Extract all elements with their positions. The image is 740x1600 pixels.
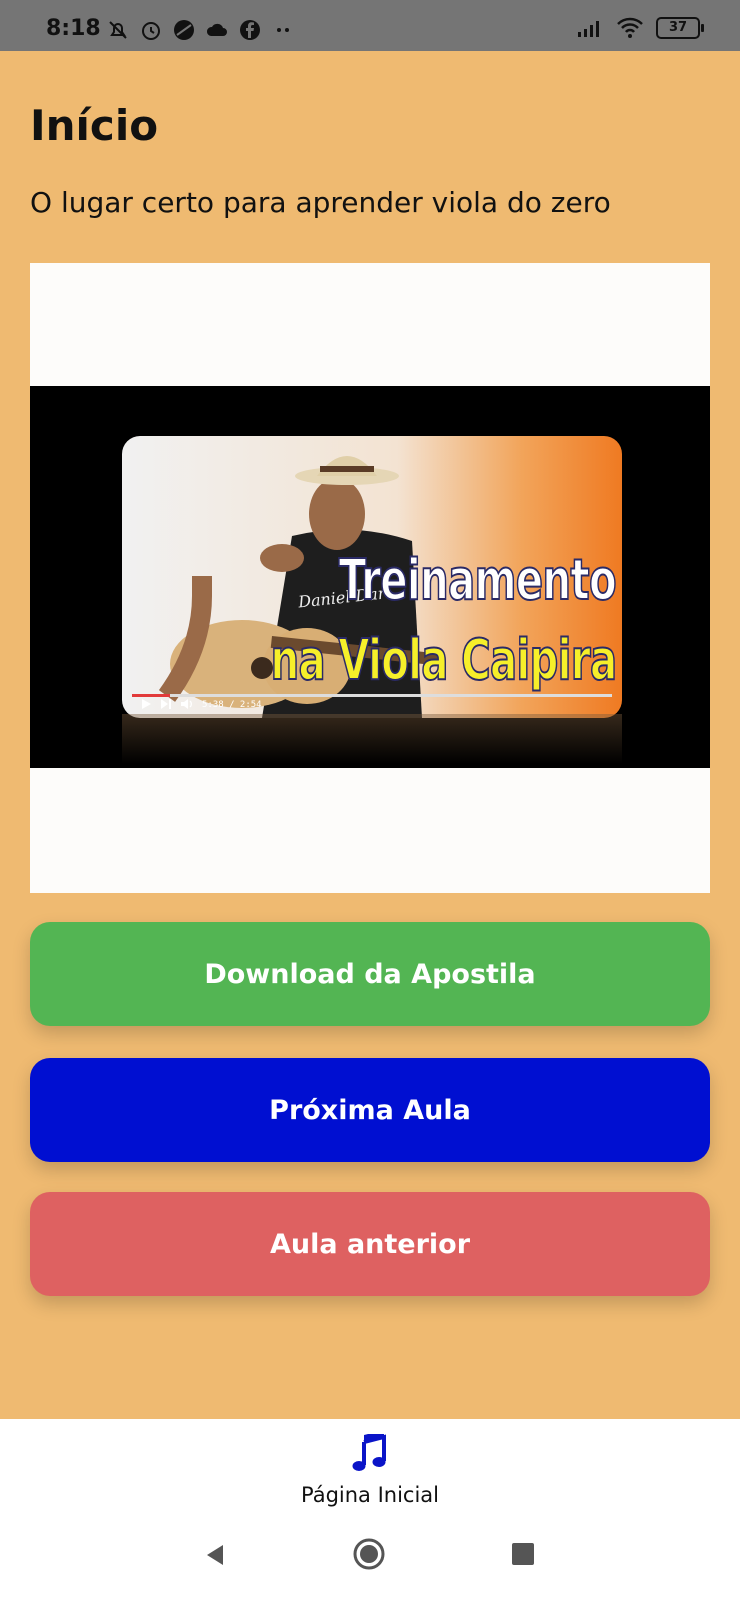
download-apostila-button[interactable]: Download da Apostila — [30, 922, 710, 1026]
video-thumbnail: Daniel Dar Treinamento na Viola Caipira … — [122, 436, 622, 718]
facebook-icon — [240, 20, 260, 40]
alarm-icon — [142, 22, 160, 40]
next-video-icon[interactable] — [160, 698, 172, 710]
bottom-navigation: Página Inicial — [0, 1419, 740, 1514]
circle-app-icon — [174, 20, 194, 40]
signal-icon — [578, 21, 599, 37]
mute-bell-icon — [109, 21, 127, 39]
page-subtitle: O lugar certo para aprender viola do zer… — [30, 186, 611, 219]
status-icons-left — [106, 18, 295, 42]
video-progress-bar[interactable] — [132, 694, 612, 697]
status-bar: 8:18 37 — [0, 0, 740, 51]
play-icon[interactable] — [140, 698, 152, 710]
page-title: Início — [30, 101, 159, 150]
back-icon[interactable] — [203, 1543, 227, 1567]
app-screen: Início O lugar certo para aprender viola… — [0, 51, 740, 1419]
video-card[interactable]: Daniel Dar Treinamento na Viola Caipira … — [30, 263, 710, 893]
thumbnail-reflection — [122, 714, 622, 764]
video-player[interactable]: Daniel Dar Treinamento na Viola Caipira … — [30, 386, 710, 768]
status-time: 8:18 — [46, 16, 101, 41]
home-icon[interactable] — [352, 1537, 386, 1571]
recent-apps-icon[interactable] — [512, 1543, 534, 1565]
nav-label-home: Página Inicial — [300, 1483, 440, 1507]
thumbnail-title-line1: Treinamento — [338, 547, 617, 614]
thumbnail-title-line2: na Viola Caipira — [269, 627, 617, 694]
player-time: 5:38 / 2:54 — [202, 700, 262, 710]
status-icons-right: 37 — [576, 16, 704, 40]
video-progress-fill — [132, 694, 171, 697]
system-navigation-bar — [0, 1513, 740, 1600]
battery-icon: 37 — [656, 17, 704, 39]
cloud-icon — [206, 23, 227, 36]
more-dots-icon — [277, 28, 289, 32]
nav-item-home[interactable]: Página Inicial — [270, 1419, 470, 1513]
previous-lesson-button[interactable]: Aula anterior — [30, 1192, 710, 1296]
wifi-icon — [617, 17, 643, 38]
music-note-icon — [352, 1434, 386, 1471]
next-lesson-button[interactable]: Próxima Aula — [30, 1058, 710, 1162]
volume-icon[interactable] — [180, 698, 194, 710]
